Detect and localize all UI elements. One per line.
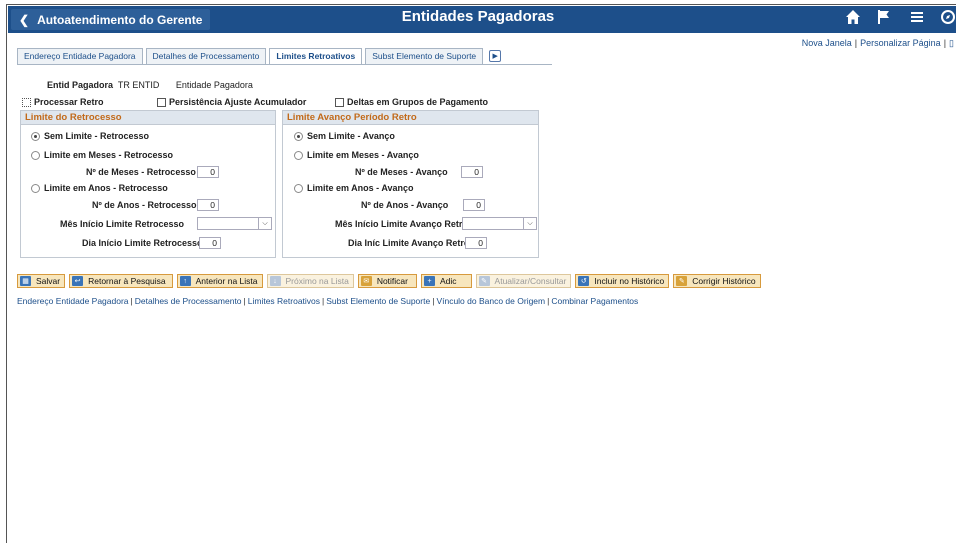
save-icon: ▦ xyxy=(20,276,31,286)
processar-retro-checkbox[interactable]: Processar Retro xyxy=(22,97,104,107)
update-icon: ✎ xyxy=(478,276,490,286)
link-endereco[interactable]: Endereço Entidade Pagadora xyxy=(17,296,129,306)
home-icon[interactable] xyxy=(845,9,861,31)
meses-retrocesso-label: Nº de Meses - Retrocesso xyxy=(86,167,196,177)
personalize-page-link[interactable]: Personalizar Página xyxy=(860,38,941,48)
tab-endereco[interactable]: Endereço Entidade Pagadora xyxy=(17,48,143,64)
meses-retrocesso-input[interactable]: 0 xyxy=(197,166,219,178)
link-combinar[interactable]: Combinar Pagamentos xyxy=(551,296,638,306)
menu-icon[interactable] xyxy=(909,9,925,31)
next-in-list-button[interactable]: ↓ Próximo na Lista xyxy=(266,274,354,288)
include-history-button[interactable]: ↺ Incluir no Histórico xyxy=(575,274,670,288)
add-icon: + xyxy=(424,276,435,286)
action-toolbar: ▦ Salvar ↩ Retornar à Pesquisa ↑ Anterior n… xyxy=(17,274,765,288)
meses-avanco-label: Nº de Meses - Avanço xyxy=(355,167,448,177)
panel-title: Limite do Retrocesso xyxy=(21,111,275,125)
limite-meses-retrocesso-radio[interactable]: Limite em Meses - Retrocesso xyxy=(31,150,173,160)
mes-inicio-avanco-label: Mês Início Limite Avanço Retro xyxy=(335,219,468,229)
tab-subst[interactable]: Subst Elemento de Suporte xyxy=(365,48,484,64)
new-window-link[interactable]: Nova Janela xyxy=(802,38,852,48)
previous-in-list-button[interactable]: ↑ Anterior na Lista xyxy=(176,274,263,288)
anos-retrocesso-input[interactable]: 0 xyxy=(197,199,219,211)
entity-row: Entid Pagadora TR ENTID Entidade Pagador… xyxy=(47,80,253,90)
limite-meses-avanco-radio[interactable]: Limite em Meses - Avanço xyxy=(294,150,419,160)
anos-avanco-label: Nº de Anos - Avanço xyxy=(361,200,449,210)
tab-underline xyxy=(17,64,552,65)
return-icon: ↩ xyxy=(72,276,84,286)
tab-limites[interactable]: Limites Retroativos xyxy=(269,48,363,65)
correct-history-button[interactable]: ✎ Corrigir Histórico xyxy=(673,274,761,288)
entity-code: TR ENTID xyxy=(117,80,160,90)
dia-inicio-retrocesso-input[interactable]: 0 xyxy=(199,237,221,249)
tab-detalhes[interactable]: Detalhes de Processamento xyxy=(145,48,267,64)
persistencia-checkbox[interactable]: Persistência Ajuste Acumulador xyxy=(157,97,306,107)
next-icon: ↓ xyxy=(269,276,281,286)
mes-inicio-retrocesso-label: Mês Início Limite Retrocesso xyxy=(60,219,185,229)
entity-label: Entid Pagadora xyxy=(47,80,114,90)
entity-description: Entidade Pagadora xyxy=(175,80,253,90)
help-icon[interactable]: ▯ xyxy=(949,38,954,48)
chevron-down-icon: ⌵ xyxy=(258,218,271,229)
mes-inicio-avanco-select[interactable]: ⌵ xyxy=(462,217,537,230)
limite-anos-avanco-radio[interactable]: Limite em Anos - Avanço xyxy=(294,183,414,193)
update-display-button[interactable]: ✎ Atualizar/Consultar xyxy=(475,274,572,288)
notify-icon: ✉ xyxy=(360,276,372,286)
add-button[interactable]: + Adic xyxy=(421,274,472,288)
link-limites[interactable]: Limites Retroativos xyxy=(248,296,320,306)
correct-icon: ✎ xyxy=(676,276,688,286)
page-title: Entidades Pagadoras xyxy=(401,8,555,25)
deltas-checkbox[interactable]: Deltas em Grupos de Pagamento xyxy=(335,97,488,107)
sem-limite-retrocesso-radio[interactable]: Sem Limite - Retrocesso xyxy=(31,131,149,141)
anos-retrocesso-label: Nº de Anos - Retrocesso xyxy=(92,200,197,210)
dia-inicio-retrocesso-label: Dia Início Limite Retrocesso xyxy=(82,238,203,248)
return-to-search-button[interactable]: ↩ Retornar à Pesquisa xyxy=(69,274,173,288)
link-subst[interactable]: Subst Elemento de Suporte xyxy=(326,296,430,306)
history-icon: ↺ xyxy=(578,276,590,286)
notify-button[interactable]: ✉ Notificar xyxy=(357,274,417,288)
previous-icon: ↑ xyxy=(179,276,191,286)
link-vinculo[interactable]: Vínculo do Banco de Origem xyxy=(436,296,545,306)
top-links: Nova Janela | Personalizar Página | ▯ xyxy=(801,38,954,48)
link-detalhes[interactable]: Detalhes de Processamento xyxy=(135,296,242,306)
mes-inicio-retrocesso-select[interactable]: ⌵ xyxy=(197,217,272,230)
sem-limite-avanco-radio[interactable]: Sem Limite - Avanço xyxy=(294,131,395,141)
dia-inicio-avanco-input[interactable]: 0 xyxy=(465,237,487,249)
meses-avanco-input[interactable]: 0 xyxy=(461,166,483,178)
tab-scroll-right-icon[interactable]: ▶ xyxy=(489,50,502,62)
chevron-down-icon: ⌵ xyxy=(523,218,536,229)
flag-icon[interactable] xyxy=(876,9,892,31)
tab-bar: Endereço Entidade Pagadora Detalhes de P… xyxy=(17,48,502,65)
panel-title: Limite Avanço Período Retro xyxy=(283,111,538,125)
dia-inicio-avanco-label: Dia Iníc Limite Avanço Retro xyxy=(348,238,470,248)
limite-anos-retrocesso-radio[interactable]: Limite em Anos - Retrocesso xyxy=(31,183,168,193)
navbar-icon[interactable] xyxy=(940,9,956,31)
bottom-links: Endereço Entidade Pagadora | Detalhes de P… xyxy=(17,296,639,306)
anos-avanco-input[interactable]: 0 xyxy=(463,199,485,211)
save-button[interactable]: ▦ Salvar xyxy=(17,274,66,288)
